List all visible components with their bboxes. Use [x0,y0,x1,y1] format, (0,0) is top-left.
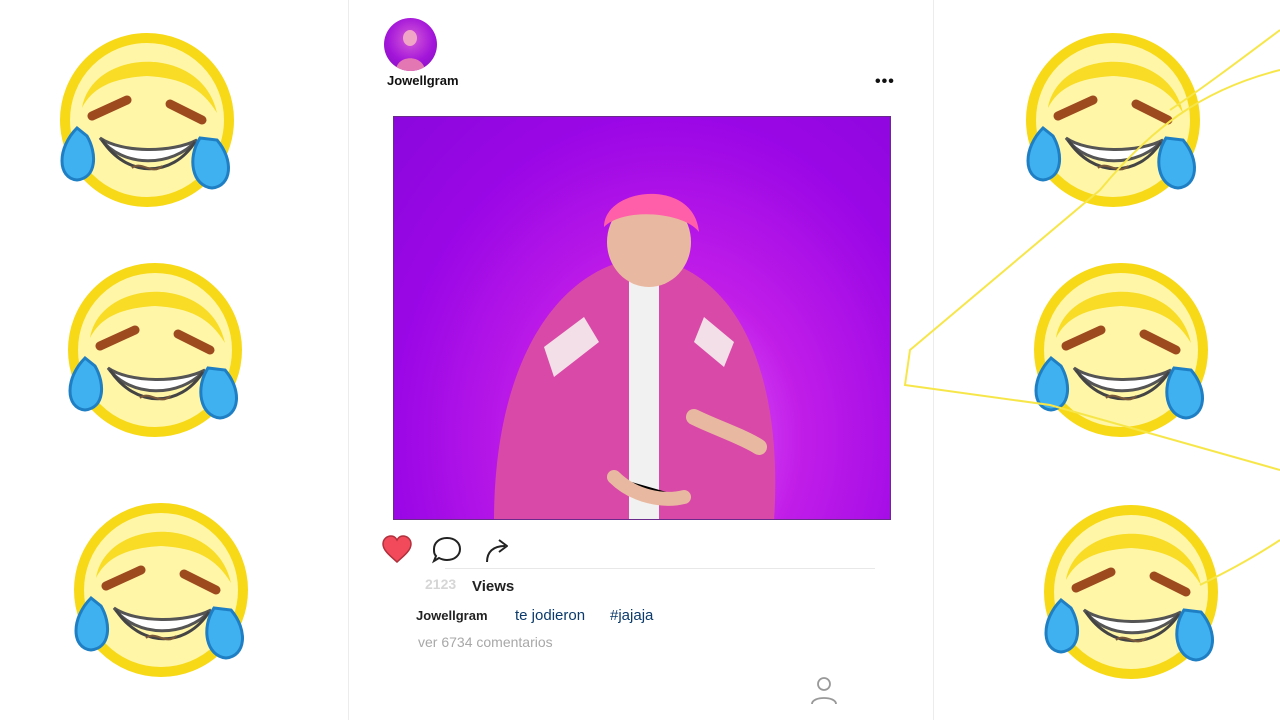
avatar-person-icon [396,30,425,71]
laughing-emoji-decoration [1018,28,1208,208]
laughing-emoji-decoration [60,258,250,438]
post-action-row [381,534,681,566]
more-options-icon[interactable]: ••• [875,74,895,90]
laughing-emoji-decoration [66,498,256,678]
laughing-emoji-decoration [1036,500,1226,680]
laughing-emoji-decoration [52,28,242,208]
heart-icon[interactable] [381,534,413,566]
avatar[interactable] [384,18,437,71]
hashtag-link[interactable]: #jajaja [610,607,653,624]
caption-text: te jodieron [515,607,586,624]
divider [445,568,875,569]
person-silhouette-image [494,193,776,519]
profile-icon[interactable] [809,674,839,706]
views-count: 2123 [425,576,457,592]
laughing-emoji-decoration [1026,258,1216,438]
post-card: Jowellgram ••• 2123 Views Jowellgram te … [348,0,934,720]
post-username[interactable]: Jowellgram [387,73,459,88]
view-comments-link[interactable]: ver 6734 comentarios [418,634,553,650]
views-label: Views [472,578,515,595]
post-media[interactable] [393,116,891,520]
share-arrow-icon[interactable] [481,534,513,566]
caption-username[interactable]: Jowellgram [416,608,488,623]
comment-bubble-icon[interactable] [431,534,463,566]
